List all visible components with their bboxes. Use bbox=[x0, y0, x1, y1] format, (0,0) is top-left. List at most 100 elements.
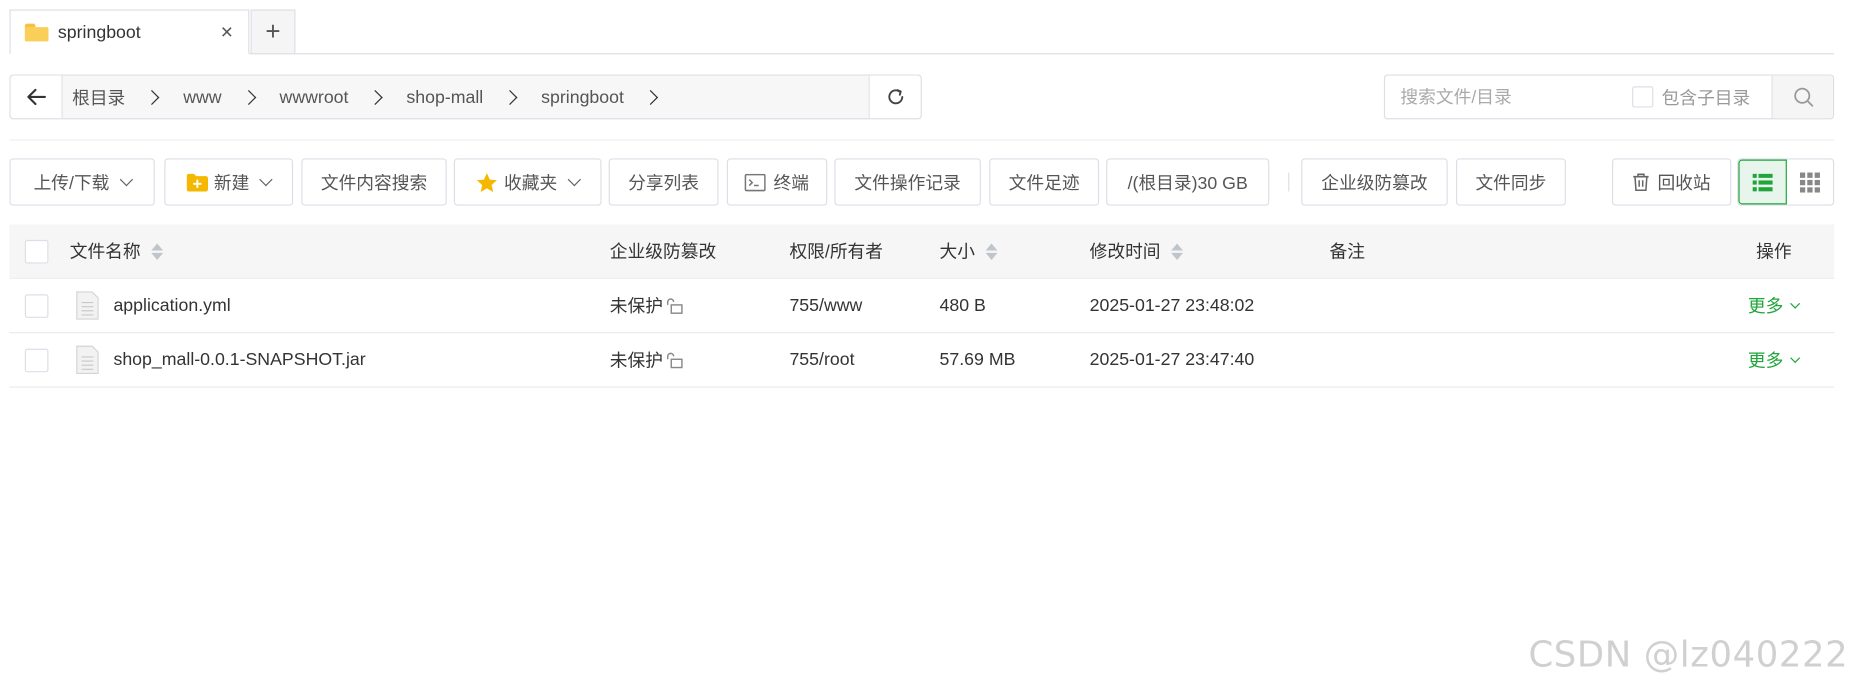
folder-icon bbox=[24, 23, 49, 41]
file-name-cell[interactable]: shop_mall-0.0.1-SNAPSHOT.jar bbox=[76, 333, 366, 386]
row-checkbox[interactable] bbox=[24, 348, 49, 372]
row-select-cell bbox=[24, 279, 49, 332]
recycle-bin-label: 回收站 bbox=[1657, 173, 1711, 194]
close-icon[interactable]: × bbox=[215, 20, 239, 44]
search-input[interactable] bbox=[1385, 75, 1622, 119]
permission-value: 755/www bbox=[789, 295, 863, 316]
header-name-label: 文件名称 bbox=[69, 242, 141, 263]
header-protection-label: 企业级防篡改 bbox=[609, 242, 717, 263]
disk-usage-button[interactable]: /(根目录)30 GB bbox=[1106, 158, 1270, 206]
star-icon bbox=[477, 172, 498, 192]
header-actions-label: 操作 bbox=[1756, 242, 1792, 263]
header-remark: 备注 bbox=[1330, 225, 1365, 278]
row-select-cell bbox=[24, 333, 49, 386]
more-label: 更多 bbox=[1747, 350, 1784, 372]
header-modified[interactable]: 修改时间 bbox=[1089, 225, 1184, 278]
protection-status: 未保护 bbox=[609, 296, 664, 317]
terminal-icon bbox=[745, 173, 767, 191]
unlock-icon bbox=[667, 297, 683, 314]
breadcrumb-item-wwwroot[interactable]: wwwroot bbox=[280, 87, 349, 107]
operation-log-button[interactable]: 文件操作记录 bbox=[834, 158, 981, 206]
permission-cell[interactable]: 755/www bbox=[789, 279, 862, 332]
more-menu[interactable]: 更多 bbox=[1748, 279, 1801, 332]
more-button[interactable]: 更多 bbox=[1748, 293, 1801, 318]
file-name[interactable]: application.yml bbox=[113, 295, 230, 315]
select-all-checkbox[interactable] bbox=[24, 239, 49, 263]
view-toggle bbox=[1737, 158, 1835, 206]
trash-icon bbox=[1633, 173, 1650, 192]
file-sync-button[interactable]: 文件同步 bbox=[1455, 158, 1566, 206]
size-cell: 480 B bbox=[940, 279, 986, 332]
grid-view-button[interactable] bbox=[1786, 160, 1833, 205]
breadcrumb-item-www[interactable]: www bbox=[183, 87, 221, 107]
tamper-protection-label: 企业级防篡改 bbox=[1321, 173, 1428, 194]
list-view-button[interactable] bbox=[1738, 159, 1787, 205]
footprint-button[interactable]: 文件足迹 bbox=[989, 158, 1100, 206]
chevron-down-icon bbox=[1790, 298, 1801, 309]
tab-bar: springboot × + bbox=[9, 9, 1835, 55]
file-icon bbox=[76, 345, 99, 375]
add-tab-button[interactable]: + bbox=[250, 9, 296, 55]
permission-cell[interactable]: 755/root bbox=[789, 333, 854, 386]
permission-value: 755/root bbox=[789, 349, 855, 370]
new-button[interactable]: 新建 bbox=[164, 158, 294, 206]
modified-cell: 2025-01-27 23:47:40 bbox=[1090, 333, 1255, 386]
search-icon bbox=[1793, 87, 1813, 107]
share-list-label: 分享列表 bbox=[628, 173, 700, 194]
recycle-bin-button[interactable]: 回收站 bbox=[1611, 158, 1732, 206]
terminal-button[interactable]: 终端 bbox=[726, 158, 828, 206]
chevron-right-icon[interactable] bbox=[643, 89, 659, 105]
tab-springboot[interactable]: springboot × bbox=[9, 9, 250, 55]
upload-download-button[interactable]: 上传/下载 bbox=[9, 158, 155, 206]
chevron-right-icon bbox=[502, 89, 518, 105]
search-button[interactable] bbox=[1771, 75, 1833, 119]
file-name[interactable]: shop_mall-0.0.1-SNAPSHOT.jar bbox=[113, 350, 365, 370]
new-label: 新建 bbox=[213, 173, 250, 194]
favorites-button[interactable]: 收藏夹 bbox=[453, 158, 602, 206]
table-row[interactable]: shop_mall-0.0.1-SNAPSHOT.jar 未保护 755/roo… bbox=[9, 333, 1835, 388]
breadcrumb-item-shop-mall[interactable]: shop-mall bbox=[406, 87, 483, 107]
file-sync-label: 文件同步 bbox=[1475, 173, 1547, 194]
path-bar: 根目录 www wwwroot shop-mall springboot bbox=[9, 74, 922, 120]
tamper-protection-button[interactable]: 企业级防篡改 bbox=[1301, 158, 1448, 206]
breadcrumb-item-root[interactable]: 根目录 bbox=[72, 84, 125, 109]
content-search-button[interactable]: 文件内容搜索 bbox=[301, 158, 447, 206]
row-checkbox[interactable] bbox=[24, 293, 49, 318]
content-search-label: 文件内容搜索 bbox=[320, 173, 428, 194]
size-value: 57.69 MB bbox=[939, 349, 1016, 370]
share-list-button[interactable]: 分享列表 bbox=[608, 158, 719, 206]
refresh-button[interactable] bbox=[868, 75, 921, 119]
file-manager: springboot × + 根目录 www wwwroot shop-mall… bbox=[0, 0, 1853, 685]
file-name-cell[interactable]: application.yml bbox=[76, 279, 231, 332]
chevron-down-icon bbox=[567, 172, 581, 186]
file-table: 文件名称 企业级防篡改 权限/所有者 大小 修改时间 备注 操作 applica… bbox=[9, 224, 1835, 388]
new-folder-icon bbox=[186, 173, 208, 191]
header-size[interactable]: 大小 bbox=[940, 225, 998, 278]
size-value: 480 B bbox=[939, 295, 986, 316]
chevron-right-icon bbox=[240, 89, 256, 105]
breadcrumb-item-springboot[interactable]: springboot bbox=[541, 87, 624, 107]
back-button[interactable] bbox=[10, 75, 63, 119]
operation-log-label: 文件操作记录 bbox=[854, 173, 961, 194]
header-permission: 权限/所有者 bbox=[789, 225, 883, 278]
sort-icon bbox=[985, 242, 998, 260]
more-button[interactable]: 更多 bbox=[1747, 347, 1801, 372]
header-remark-label: 备注 bbox=[1329, 242, 1365, 263]
header-size-label: 大小 bbox=[939, 242, 976, 263]
breadcrumb: 根目录 www wwwroot shop-mall springboot bbox=[63, 76, 869, 119]
sort-icon bbox=[151, 242, 164, 260]
select-all-cell bbox=[24, 225, 49, 278]
header-name[interactable]: 文件名称 bbox=[69, 225, 164, 278]
divider bbox=[9, 139, 1835, 141]
list-view-icon bbox=[1752, 173, 1773, 191]
header-modified-label: 修改时间 bbox=[1089, 242, 1161, 263]
arrow-left-icon bbox=[26, 88, 46, 106]
table-row[interactable]: application.yml 未保护 755/www 480 B 2025-0… bbox=[9, 279, 1835, 334]
protection-cell[interactable]: 未保护 bbox=[610, 279, 683, 332]
refresh-icon bbox=[887, 89, 903, 105]
include-subdir-toggle[interactable]: 包含子目录 bbox=[1632, 84, 1750, 109]
include-subdir-checkbox[interactable] bbox=[1632, 86, 1654, 108]
more-menu[interactable]: 更多 bbox=[1747, 333, 1801, 386]
protection-cell[interactable]: 未保护 bbox=[610, 333, 683, 386]
header-permission-label: 权限/所有者 bbox=[789, 242, 884, 263]
